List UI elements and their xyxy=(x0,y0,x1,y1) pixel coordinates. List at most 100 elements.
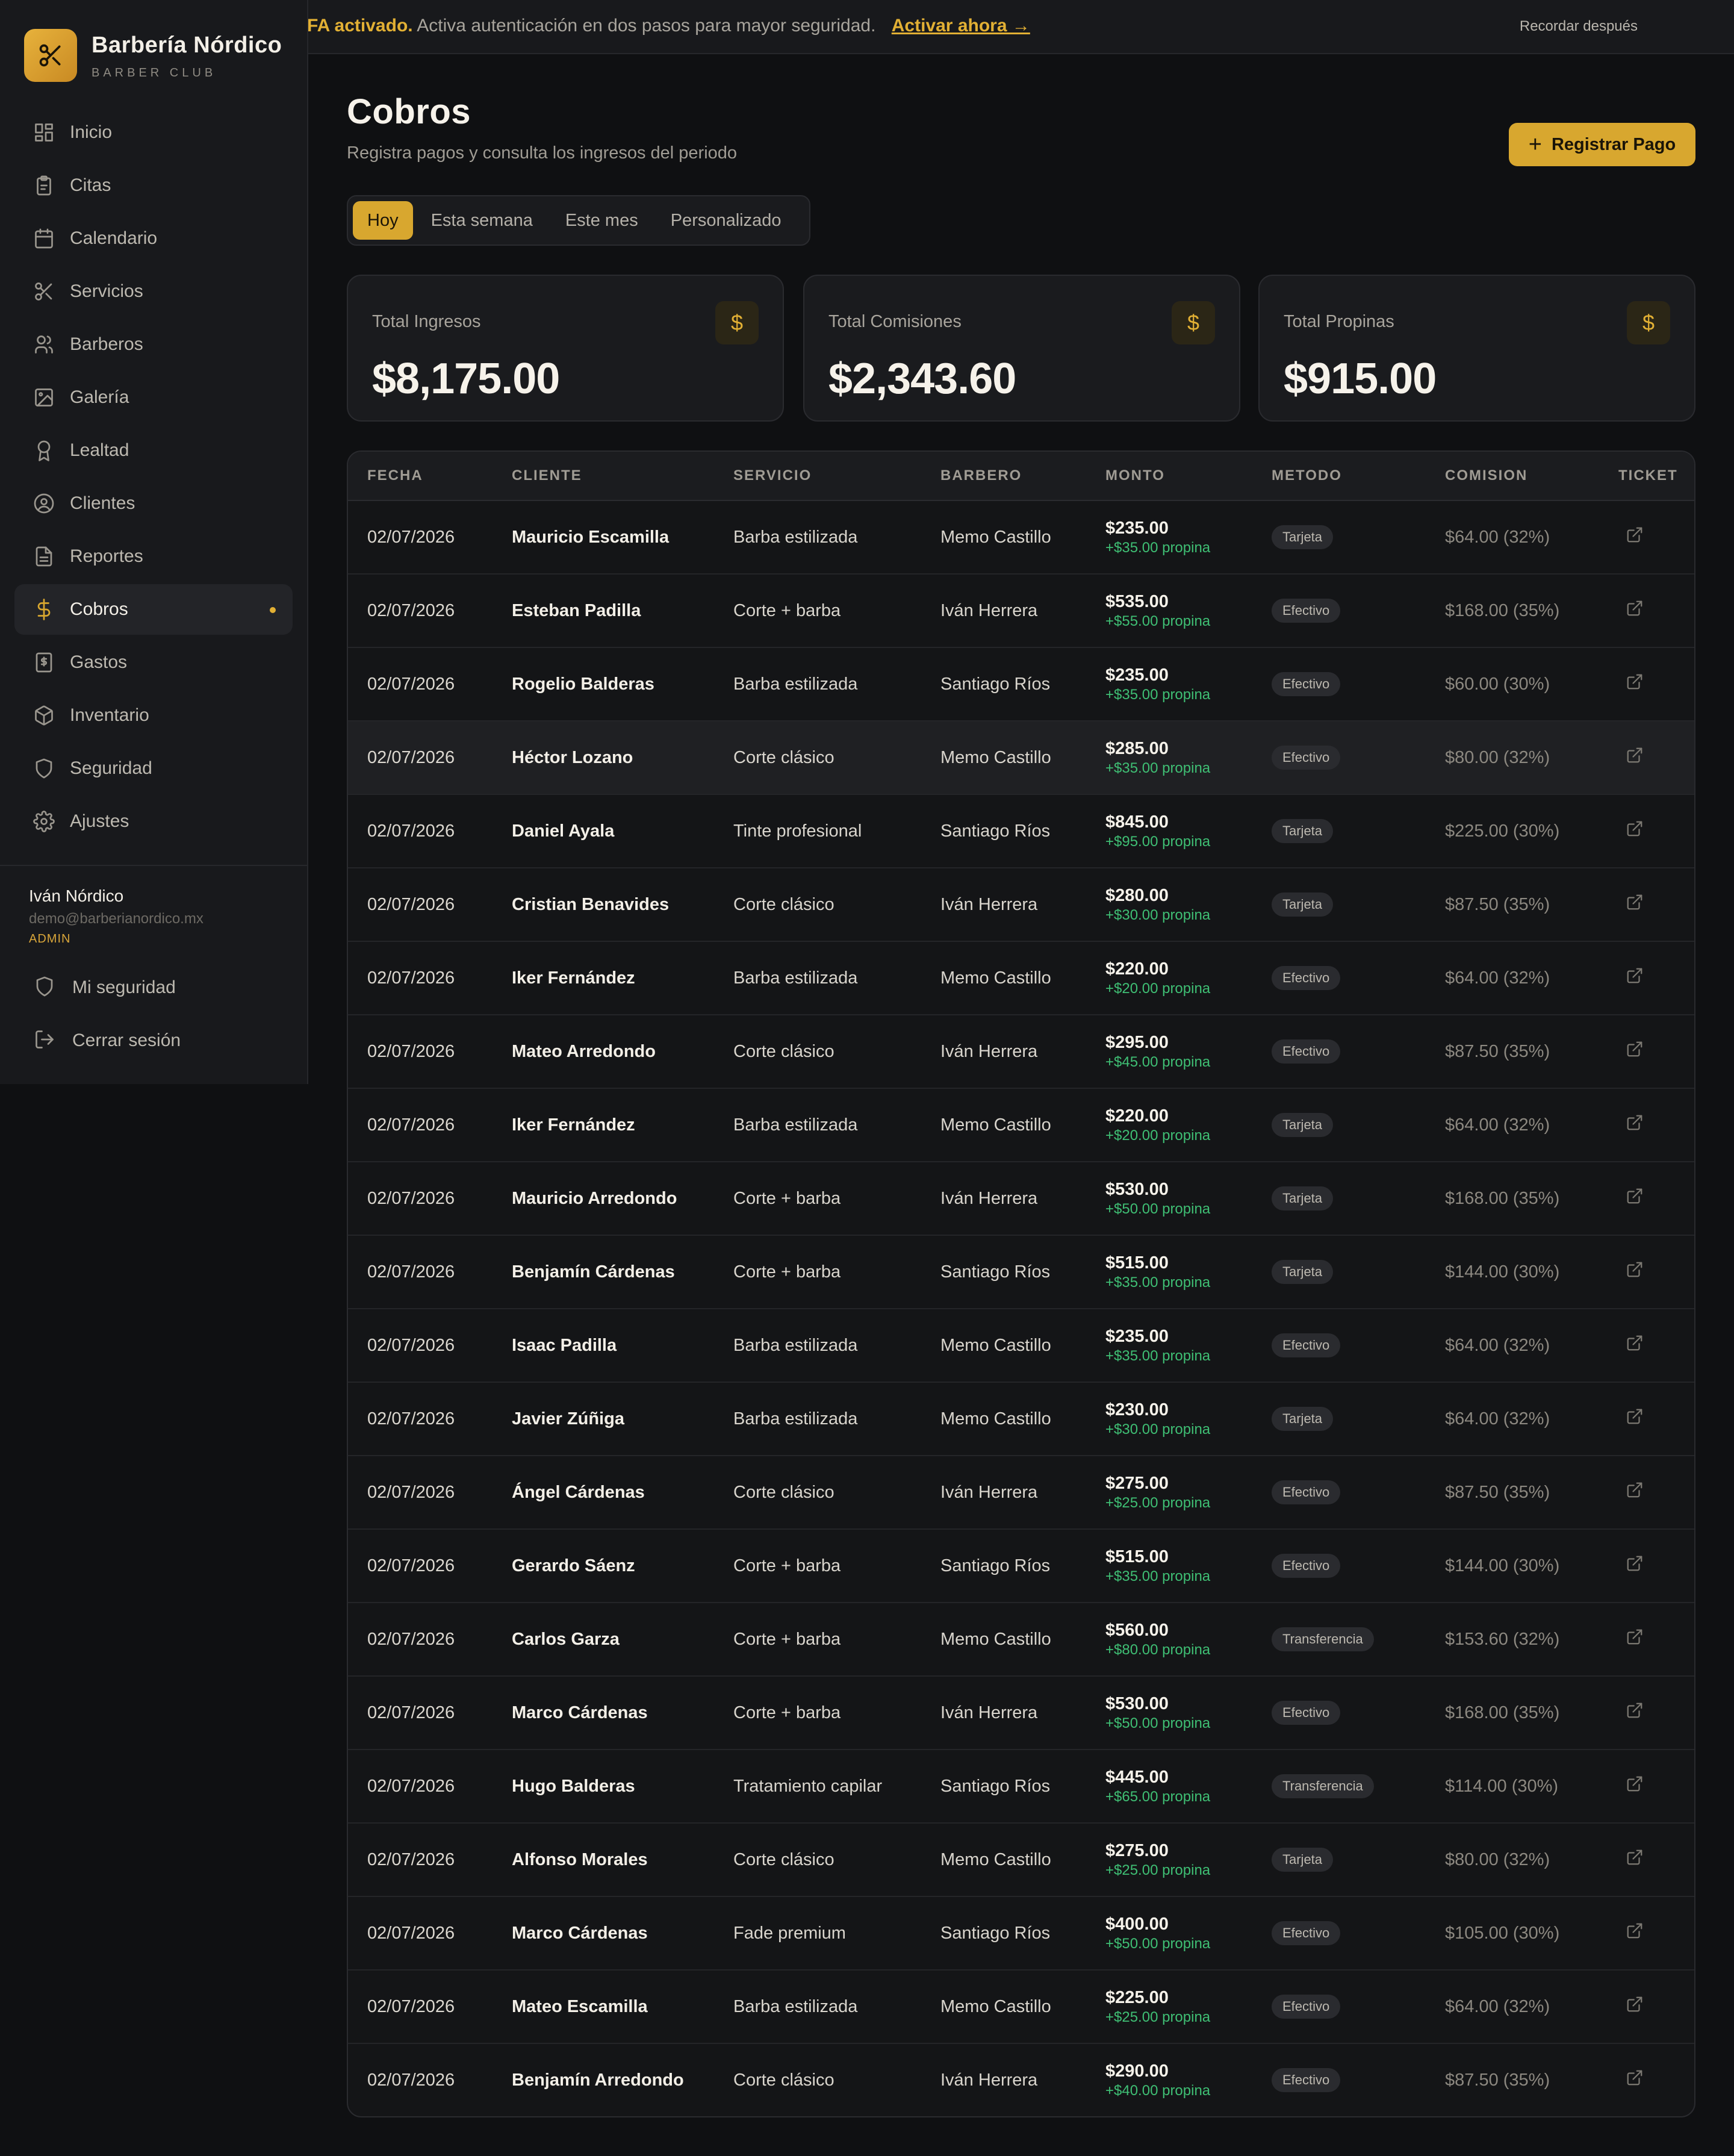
method-cell: Efectivo xyxy=(1272,575,1341,647)
table-row[interactable]: 02/07/2026 Benjamín Arredondo Corte clásic… xyxy=(348,2044,1694,2116)
column-header[interactable]: SERVICIO xyxy=(733,467,812,484)
table-row[interactable]: 02/07/2026 Isaac Padilla Barba estilizada M… xyxy=(348,1309,1694,1383)
table-row[interactable]: 02/07/2026 Gerardo Sáenz Corte + barba Sant… xyxy=(348,1530,1694,1603)
table-row[interactable]: 02/07/2026 Mauricio Escamilla Barba estili… xyxy=(348,501,1694,575)
table-row[interactable]: 02/07/2026 Marco Cárdenas Fade premium Sant… xyxy=(348,1897,1694,1971)
commission-cell: $80.00 (32%) xyxy=(1445,1849,1550,1869)
open-ticket-button[interactable] xyxy=(1626,721,1644,794)
open-ticket-button[interactable] xyxy=(1626,2044,1644,2116)
service-cell: Corte + barba xyxy=(733,600,841,620)
column-header[interactable]: MONTO xyxy=(1105,467,1165,484)
table-row[interactable]: 02/07/2026 Esteban Padilla Corte + barba Iv… xyxy=(348,575,1694,648)
method-badge: Efectivo xyxy=(1272,746,1341,770)
open-ticket-button[interactable] xyxy=(1626,1236,1644,1308)
sidebar-item-ajustes[interactable]: Ajustes xyxy=(14,796,293,847)
table-row[interactable]: 02/07/2026 Alfonso Morales Corte clásico Me… xyxy=(348,1824,1694,1897)
column-header[interactable]: METODO xyxy=(1272,467,1342,484)
column-header[interactable]: CLIENTE xyxy=(512,467,582,484)
table-row[interactable]: 02/07/2026 Marco Cárdenas Corte + barba Ivá… xyxy=(348,1677,1694,1750)
method-cell: Tarjeta xyxy=(1272,868,1334,941)
open-ticket-button[interactable] xyxy=(1626,1677,1644,1749)
tab-0[interactable]: Hoy xyxy=(353,201,413,240)
open-ticket-button[interactable] xyxy=(1626,1530,1644,1602)
open-ticket-button[interactable] xyxy=(1626,1383,1644,1455)
barber-cell: Iván Herrera xyxy=(940,1188,1038,1208)
external-link-icon xyxy=(1626,1848,1644,1871)
logout-link[interactable]: Cerrar sesión xyxy=(34,1023,181,1059)
open-ticket-button[interactable] xyxy=(1626,1162,1644,1235)
remind-later-button[interactable]: Recordar después xyxy=(1520,18,1638,35)
column-header[interactable]: COMISION xyxy=(1445,467,1527,484)
table-row[interactable]: 02/07/2026 Carlos Garza Corte + barba Memo … xyxy=(348,1603,1694,1677)
column-header[interactable]: FECHA xyxy=(367,467,423,484)
sidebar-item-inventario[interactable]: Inventario xyxy=(14,690,293,741)
sidebar-item-label: Servicios xyxy=(70,281,143,301)
table-row[interactable]: 02/07/2026 Mateo Arredondo Corte clásico Iv… xyxy=(348,1015,1694,1089)
barber-cell: Iván Herrera xyxy=(940,2070,1038,2090)
open-ticket-button[interactable] xyxy=(1626,868,1644,941)
amount-cell: $235.00 +$35.00 propina xyxy=(1105,501,1210,573)
sidebar-item-inicio[interactable]: Inicio xyxy=(14,107,293,158)
table-row[interactable]: 02/07/2026 Héctor Lozano Corte clásico Memo… xyxy=(348,721,1694,795)
date-cell: 02/07/2026 xyxy=(367,1776,455,1796)
sidebar-item-gastos[interactable]: Gastos xyxy=(14,637,293,688)
column-header[interactable]: BARBERO xyxy=(940,467,1022,484)
sidebar-item-clientes[interactable]: Clientes xyxy=(14,478,293,529)
open-ticket-button[interactable] xyxy=(1626,501,1644,573)
open-ticket-button[interactable] xyxy=(1626,1309,1644,1382)
table-row[interactable]: 02/07/2026 Hugo Balderas Tratamiento capil… xyxy=(348,1750,1694,1824)
tab-2[interactable]: Este mes xyxy=(551,201,653,240)
open-ticket-button[interactable] xyxy=(1626,575,1644,647)
tip-value: +$50.00 propina xyxy=(1105,1715,1211,1731)
register-payment-button[interactable]: + Registrar Pago xyxy=(1509,123,1695,166)
client-cell: Ángel Cárdenas xyxy=(512,1482,645,1502)
my-security-link[interactable]: Mi seguridad xyxy=(34,970,176,1006)
open-ticket-button[interactable] xyxy=(1626,1015,1644,1088)
sidebar-item-calendario[interactable]: Calendario xyxy=(14,213,293,264)
open-ticket-button[interactable] xyxy=(1626,1603,1644,1675)
open-ticket-button[interactable] xyxy=(1626,1456,1644,1528)
table-row[interactable]: 02/07/2026 Iker Fernández Barba estilizada… xyxy=(348,1089,1694,1162)
table-row[interactable]: 02/07/2026 Daniel Ayala Tinte profesional S… xyxy=(348,795,1694,868)
table-row[interactable]: 02/07/2026 Benjamín Cárdenas Corte + barba… xyxy=(348,1236,1694,1309)
sidebar-item-seguridad[interactable]: Seguridad xyxy=(14,743,293,794)
open-ticket-button[interactable] xyxy=(1626,942,1644,1014)
open-ticket-button[interactable] xyxy=(1626,1971,1644,2043)
sidebar-item-barberos[interactable]: Barberos xyxy=(14,319,293,370)
barber-cell: Memo Castillo xyxy=(940,1335,1051,1355)
column-header[interactable]: TICKET xyxy=(1618,467,1678,484)
table-row[interactable]: 02/07/2026 Rogelio Balderas Barba estiliza… xyxy=(348,648,1694,721)
open-ticket-button[interactable] xyxy=(1626,648,1644,720)
open-ticket-button[interactable] xyxy=(1626,1750,1644,1822)
open-ticket-button[interactable] xyxy=(1626,1897,1644,1969)
external-link-icon xyxy=(1626,1334,1644,1357)
open-ticket-button[interactable] xyxy=(1626,795,1644,867)
open-ticket-button[interactable] xyxy=(1626,1089,1644,1161)
tab-1[interactable]: Esta semana xyxy=(417,201,547,240)
period-tabs: Hoy Esta semana Este mes Personalizado xyxy=(347,195,810,246)
tab-3[interactable]: Personalizado xyxy=(656,201,796,240)
external-link-icon xyxy=(1626,1114,1644,1136)
amount-value: $400.00 xyxy=(1105,1915,1169,1934)
shield-icon xyxy=(33,757,55,780)
logout-icon xyxy=(34,1029,55,1053)
activate-now-link[interactable]: Activar ahora → xyxy=(892,16,1030,36)
sidebar-item-galeria[interactable]: Galería xyxy=(14,372,293,423)
sidebar-item-servicios[interactable]: Servicios xyxy=(14,266,293,317)
sidebar-item-citas[interactable]: Citas xyxy=(14,160,293,211)
table-row[interactable]: 02/07/2026 Mateo Escamilla Barba estilizad… xyxy=(348,1971,1694,2044)
sidebar-item-reportes[interactable]: Reportes xyxy=(14,531,293,582)
table-row[interactable]: 02/07/2026 Iker Fernández Barba estilizada… xyxy=(348,942,1694,1015)
sidebar-item-lealtad[interactable]: Lealtad xyxy=(14,425,293,476)
table-row[interactable]: 02/07/2026 Javier Zúñiga Barba estilizada M… xyxy=(348,1383,1694,1456)
method-badge: Efectivo xyxy=(1272,1921,1341,1945)
method-cell: Efectivo xyxy=(1272,1530,1341,1602)
table-row[interactable]: 02/07/2026 Ángel Cárdenas Corte clásico Ivá… xyxy=(348,1456,1694,1530)
sidebar-item-cobros[interactable]: Cobros xyxy=(14,584,293,635)
external-link-icon xyxy=(1626,1187,1644,1210)
client-cell: Rogelio Balderas xyxy=(512,674,654,694)
open-ticket-button[interactable] xyxy=(1626,1824,1644,1896)
tip-value: +$35.00 propina xyxy=(1105,1568,1211,1584)
table-row[interactable]: 02/07/2026 Mauricio Arredondo Corte + barb… xyxy=(348,1162,1694,1236)
table-row[interactable]: 02/07/2026 Cristian Benavides Corte clásic… xyxy=(348,868,1694,942)
